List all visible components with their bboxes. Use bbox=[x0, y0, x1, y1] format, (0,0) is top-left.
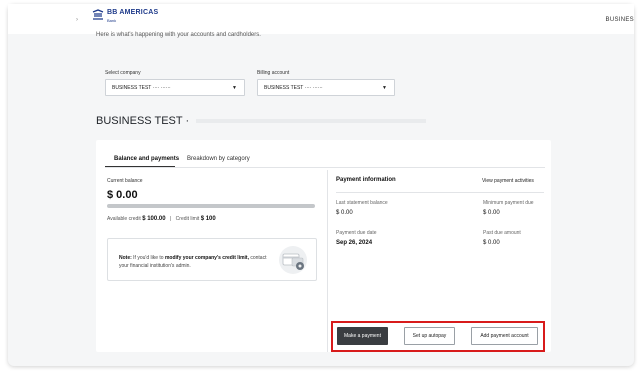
bank-logo-icon bbox=[92, 9, 104, 21]
note-text-a: If you'd like to bbox=[131, 255, 165, 261]
tab-divider bbox=[105, 167, 545, 168]
credit-usage-bar bbox=[107, 204, 315, 208]
billing-account-select[interactable]: BUSINESS TEST ···· ······ ▼ bbox=[257, 79, 395, 96]
make-payment-button[interactable]: Make a payment bbox=[337, 327, 388, 345]
current-balance-label: Current balance bbox=[107, 178, 143, 184]
redacted-block bbox=[196, 119, 427, 124]
company-select[interactable]: BUSINESS TEST ···· ······ ▼ bbox=[105, 79, 245, 96]
payment-due-date-value: Sep 26, 2024 bbox=[336, 240, 373, 246]
note-text: Note: If you'd like to modify your compa… bbox=[119, 254, 269, 270]
credit-limit-note: Note: If you'd like to modify your compa… bbox=[107, 238, 317, 281]
note-prefix: Note: bbox=[119, 255, 132, 261]
tab-balance-and-payments[interactable]: Balance and payments bbox=[114, 156, 179, 162]
last-statement-label: Last statement balance bbox=[336, 200, 388, 206]
panel-divider bbox=[327, 170, 328, 352]
bank-logo-subtext: Bank bbox=[107, 18, 117, 23]
company-title: BUSINESS TEST · bbox=[96, 115, 427, 127]
bank-logo-text: BB AMERICAS bbox=[107, 9, 159, 16]
past-due-value: $ 0.00 bbox=[483, 240, 500, 246]
payment-information-title: Payment information bbox=[336, 177, 396, 183]
billing-account-select-value: BUSINESS TEST ···· ······ bbox=[264, 85, 323, 91]
credit-summary: Available credit $ 100.00 | Credit limit… bbox=[107, 216, 216, 222]
bank-logo[interactable]: BB AMERICAS Bank bbox=[92, 9, 159, 23]
last-statement-value: $ 0.00 bbox=[336, 210, 353, 216]
available-credit-value: $ 100.00 bbox=[142, 216, 166, 222]
business-menu[interactable]: BUSINES bbox=[606, 17, 634, 23]
credit-separator: | bbox=[169, 216, 172, 222]
credit-limit-label: Credit limit bbox=[175, 216, 200, 222]
payment-info-divider bbox=[336, 192, 544, 193]
current-balance-value: $ 0.00 bbox=[107, 189, 138, 201]
chevron-down-icon: ▼ bbox=[232, 85, 237, 91]
chevron-down-icon: ▼ bbox=[382, 85, 387, 91]
minimum-payment-value: $ 0.00 bbox=[483, 210, 500, 216]
company-title-text: BUSINESS TEST · bbox=[96, 115, 190, 127]
collapse-handle-icon[interactable]: › bbox=[76, 17, 78, 23]
minimum-payment-label: Minimum payment due bbox=[483, 200, 534, 206]
credit-card-settings-icon bbox=[279, 246, 307, 274]
company-select-value: BUSINESS TEST ···· ······ bbox=[112, 85, 171, 91]
active-tab-indicator bbox=[105, 166, 175, 167]
note-emphasis: modify your company's credit limit, bbox=[164, 255, 249, 261]
billing-account-label: Billing account bbox=[257, 70, 290, 76]
payment-due-date-label: Payment due date bbox=[336, 230, 377, 236]
available-credit-label: Available credit bbox=[107, 216, 141, 222]
credit-limit-value: $ 100 bbox=[200, 216, 216, 222]
view-payment-activities-link[interactable]: View payment activities bbox=[482, 178, 534, 184]
select-company-label: Select company bbox=[105, 70, 141, 76]
set-up-autopay-button[interactable]: Set up autopay bbox=[404, 327, 455, 345]
add-payment-account-button[interactable]: Add payment account bbox=[471, 327, 538, 345]
past-due-label: Past due amount bbox=[483, 230, 521, 236]
page-subtitle: Here is what's happening with your accou… bbox=[96, 32, 261, 38]
tab-breakdown-by-category[interactable]: Breakdown by category bbox=[187, 156, 250, 162]
